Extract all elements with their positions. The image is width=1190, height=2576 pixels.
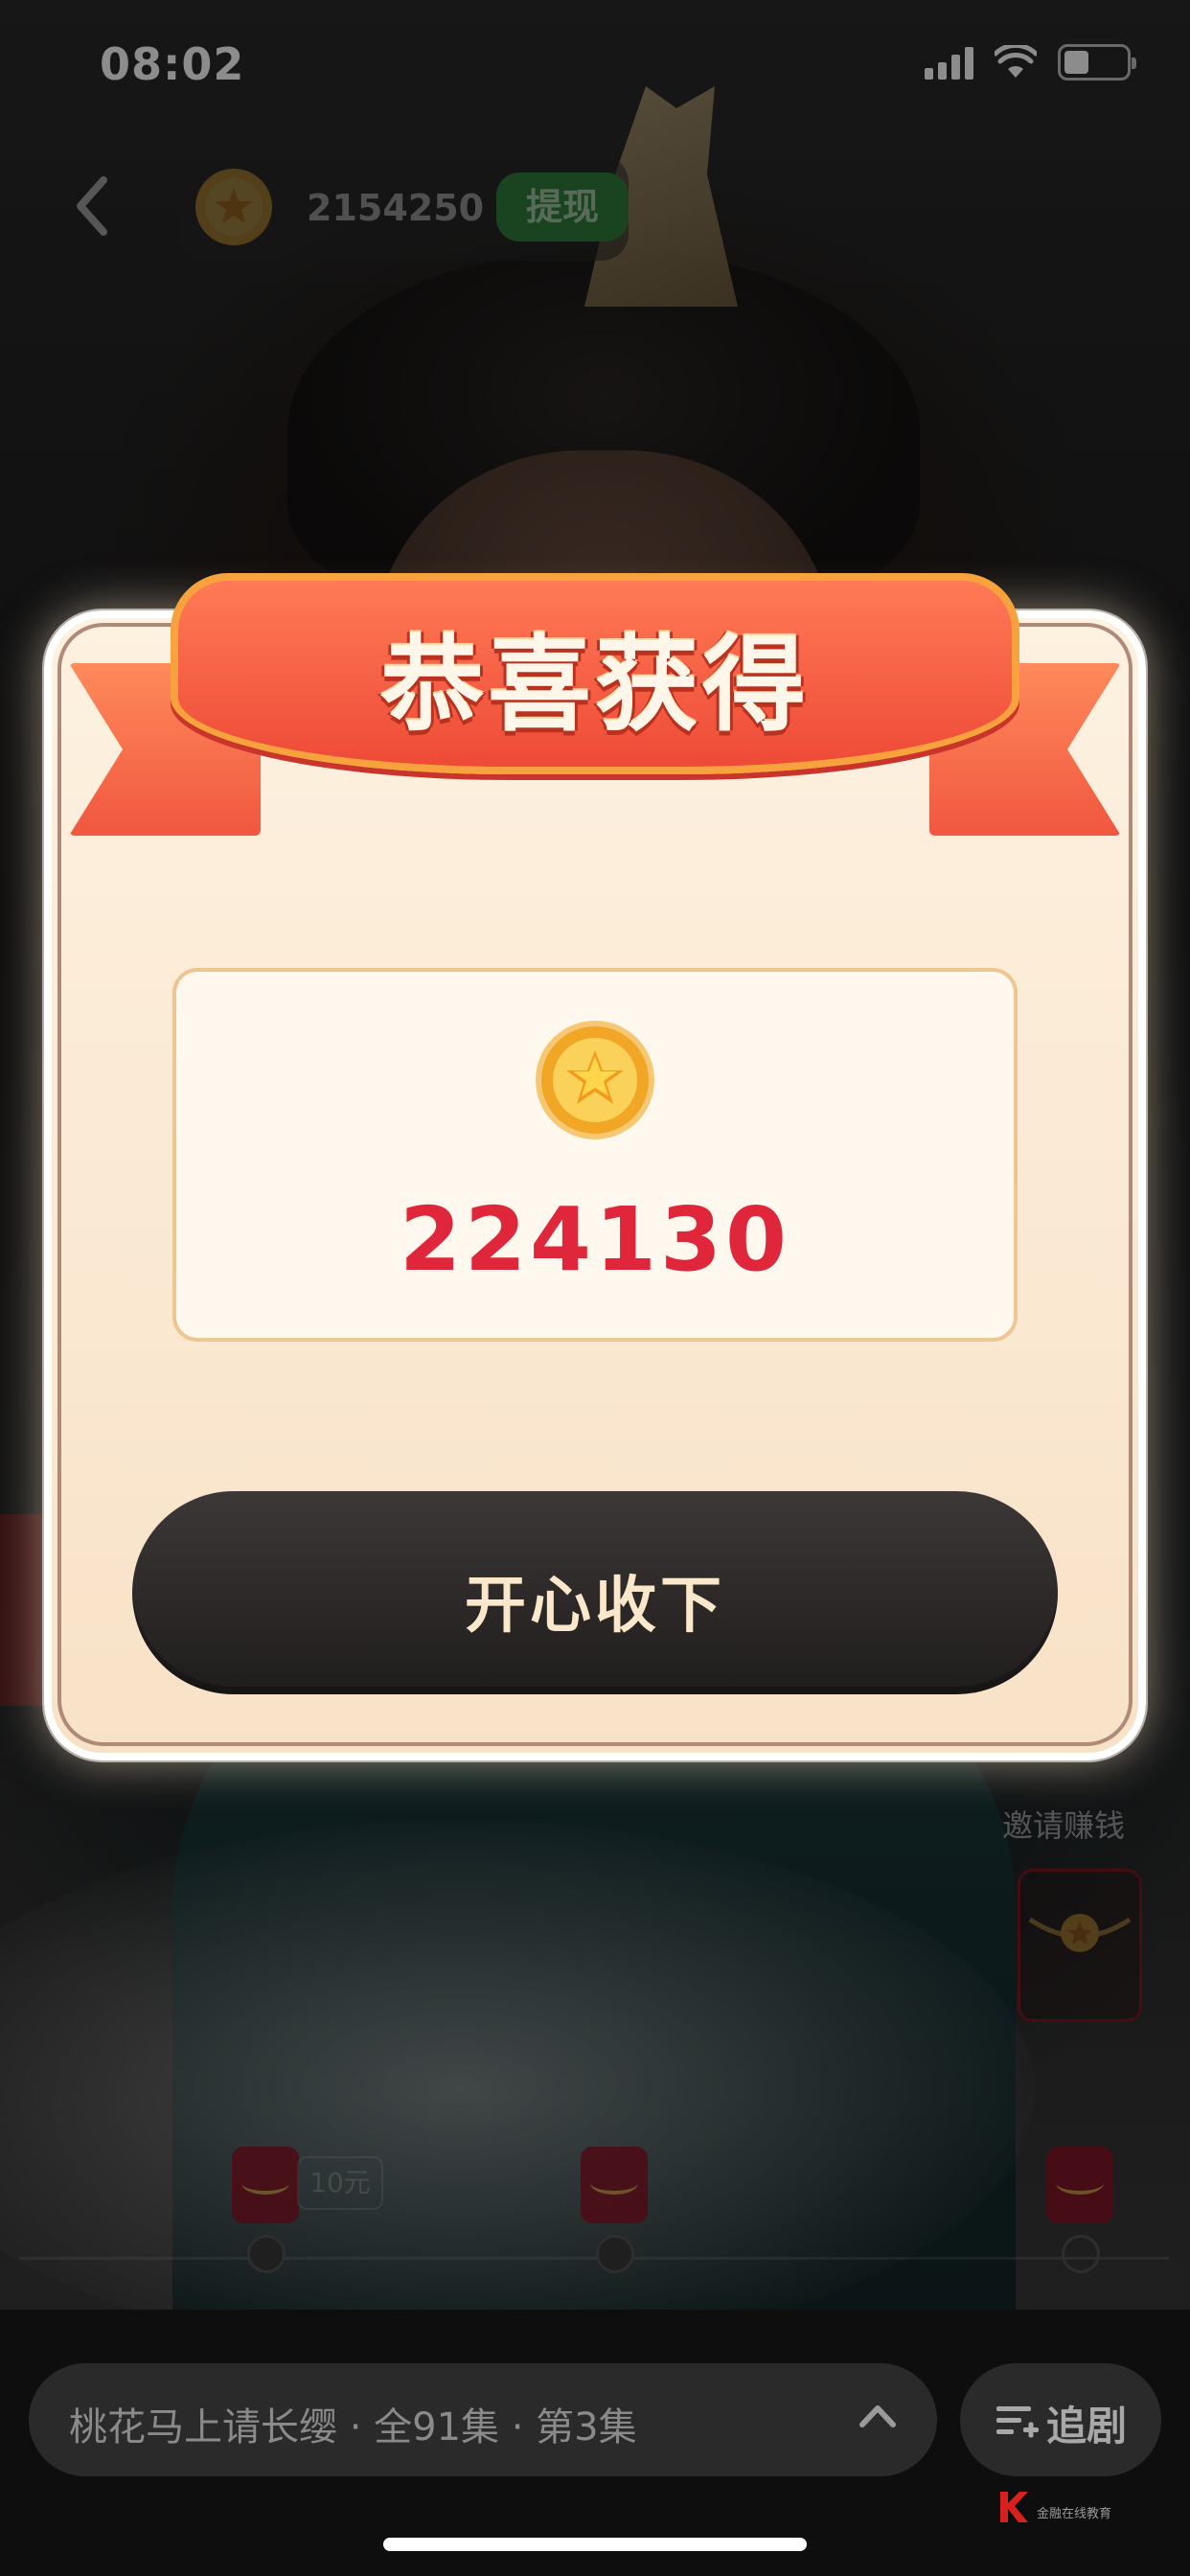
watermark-text: 金融在线教育 (1037, 2507, 1112, 2521)
watermark-logo-icon (1000, 2492, 1028, 2522)
coin-star-icon (536, 1021, 654, 1139)
accept-reward-label[interactable]: 开心收下 (132, 1556, 1058, 1644)
series-info-text: 桃花马上请长缨 · 全91集 · 第3集 (69, 2405, 637, 2450)
chevron-up-icon[interactable] (858, 2400, 897, 2432)
follow-series-label: 追剧 (1046, 2403, 1128, 2450)
home-indicator[interactable] (383, 2538, 807, 2551)
modal-title: 恭喜获得 (379, 626, 810, 746)
reward-amount: 224130 (399, 1188, 791, 1291)
follow-list-icon (996, 2406, 1039, 2438)
